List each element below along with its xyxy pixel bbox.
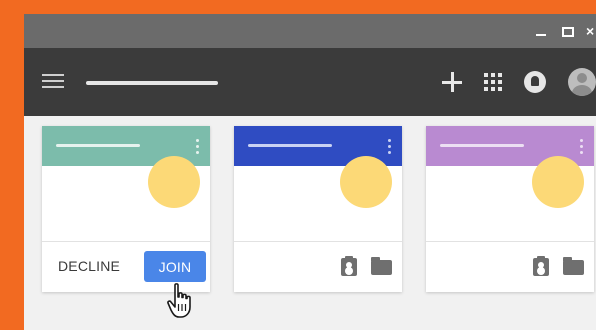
card-illustration-circle: [340, 156, 392, 208]
more-vert-icon[interactable]: [196, 139, 200, 155]
class-card[interactable]: [234, 126, 402, 292]
card-illustration-circle: [532, 156, 584, 208]
app-bar: [24, 48, 596, 116]
card-footer-actions: [533, 256, 584, 276]
card-title-placeholder: [440, 144, 524, 147]
more-vert-icon[interactable]: [388, 139, 392, 155]
minimize-icon[interactable]: [534, 24, 548, 38]
card-footer: [234, 242, 402, 292]
notification-bell-icon[interactable]: [524, 71, 546, 93]
maximize-icon[interactable]: [560, 24, 574, 38]
app-bar-actions: [442, 68, 596, 96]
assignment-icon[interactable]: [341, 256, 357, 276]
more-vert-icon[interactable]: [580, 139, 584, 155]
join-button[interactable]: JOIN: [144, 251, 206, 282]
window-controls: ×: [534, 14, 596, 48]
card-footer-actions: [341, 256, 392, 276]
class-card[interactable]: [426, 126, 594, 292]
apps-icon[interactable]: [484, 73, 502, 91]
folder-icon[interactable]: [371, 256, 392, 275]
close-icon[interactable]: ×: [586, 24, 596, 38]
folder-icon[interactable]: [563, 256, 584, 275]
app-title-placeholder: [86, 81, 218, 85]
menu-icon[interactable]: [42, 74, 64, 90]
hand-cursor-icon: [167, 283, 191, 318]
card-footer: [426, 242, 594, 292]
card-title-placeholder: [56, 144, 140, 147]
app-window: × DECLINE JOIN: [24, 14, 596, 330]
class-card-invite[interactable]: DECLINE JOIN: [42, 126, 210, 292]
window-titlebar[interactable]: ×: [24, 14, 596, 48]
card-illustration-circle: [148, 156, 200, 208]
add-icon[interactable]: [442, 72, 462, 92]
avatar[interactable]: [568, 68, 596, 96]
assignment-icon[interactable]: [533, 256, 549, 276]
card-title-placeholder: [248, 144, 332, 147]
decline-button[interactable]: DECLINE: [58, 258, 120, 274]
